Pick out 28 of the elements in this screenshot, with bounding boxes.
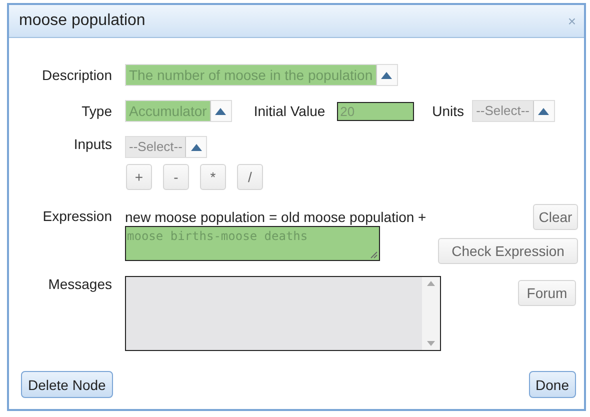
operator-button[interactable]: * <box>200 164 226 190</box>
caret-icon <box>215 108 226 114</box>
field-label: Inputs <box>72 136 112 152</box>
field-label: Description <box>40 67 112 83</box>
field-label: Type <box>80 103 112 119</box>
field-label: Messages <box>47 276 112 294</box>
field-label: Expression <box>42 208 112 226</box>
caret-icon <box>381 72 392 78</box>
operator-button[interactable]: - <box>163 164 189 190</box>
action-button[interactable]: Delete Node <box>21 371 113 398</box>
operator-button[interactable]: + <box>126 164 152 190</box>
scroll-up-icon[interactable] <box>427 281 435 286</box>
field-label: Initial Value <box>254 103 326 119</box>
expression-text: new moose population = old moose population + <box>125 208 428 226</box>
dropdown[interactable]: --Select-- <box>472 100 555 122</box>
window-title: moose population <box>19 12 146 30</box>
caret-icon <box>190 144 202 150</box>
dropdown[interactable]: --Select-- <box>125 136 208 158</box>
resize-grip-icon[interactable] <box>370 251 378 259</box>
caret-icon <box>538 108 550 114</box>
action-button[interactable]: Forum <box>518 280 576 306</box>
scroll-down-icon[interactable] <box>427 341 435 346</box>
operator-button[interactable]: / <box>237 164 263 190</box>
action-button[interactable]: Check Expression <box>438 238 578 264</box>
action-button[interactable]: Done <box>528 371 576 398</box>
field-label: Units <box>432 103 464 119</box>
action-button[interactable]: Clear <box>533 204 578 230</box>
scrollbar[interactable] <box>422 277 440 350</box>
